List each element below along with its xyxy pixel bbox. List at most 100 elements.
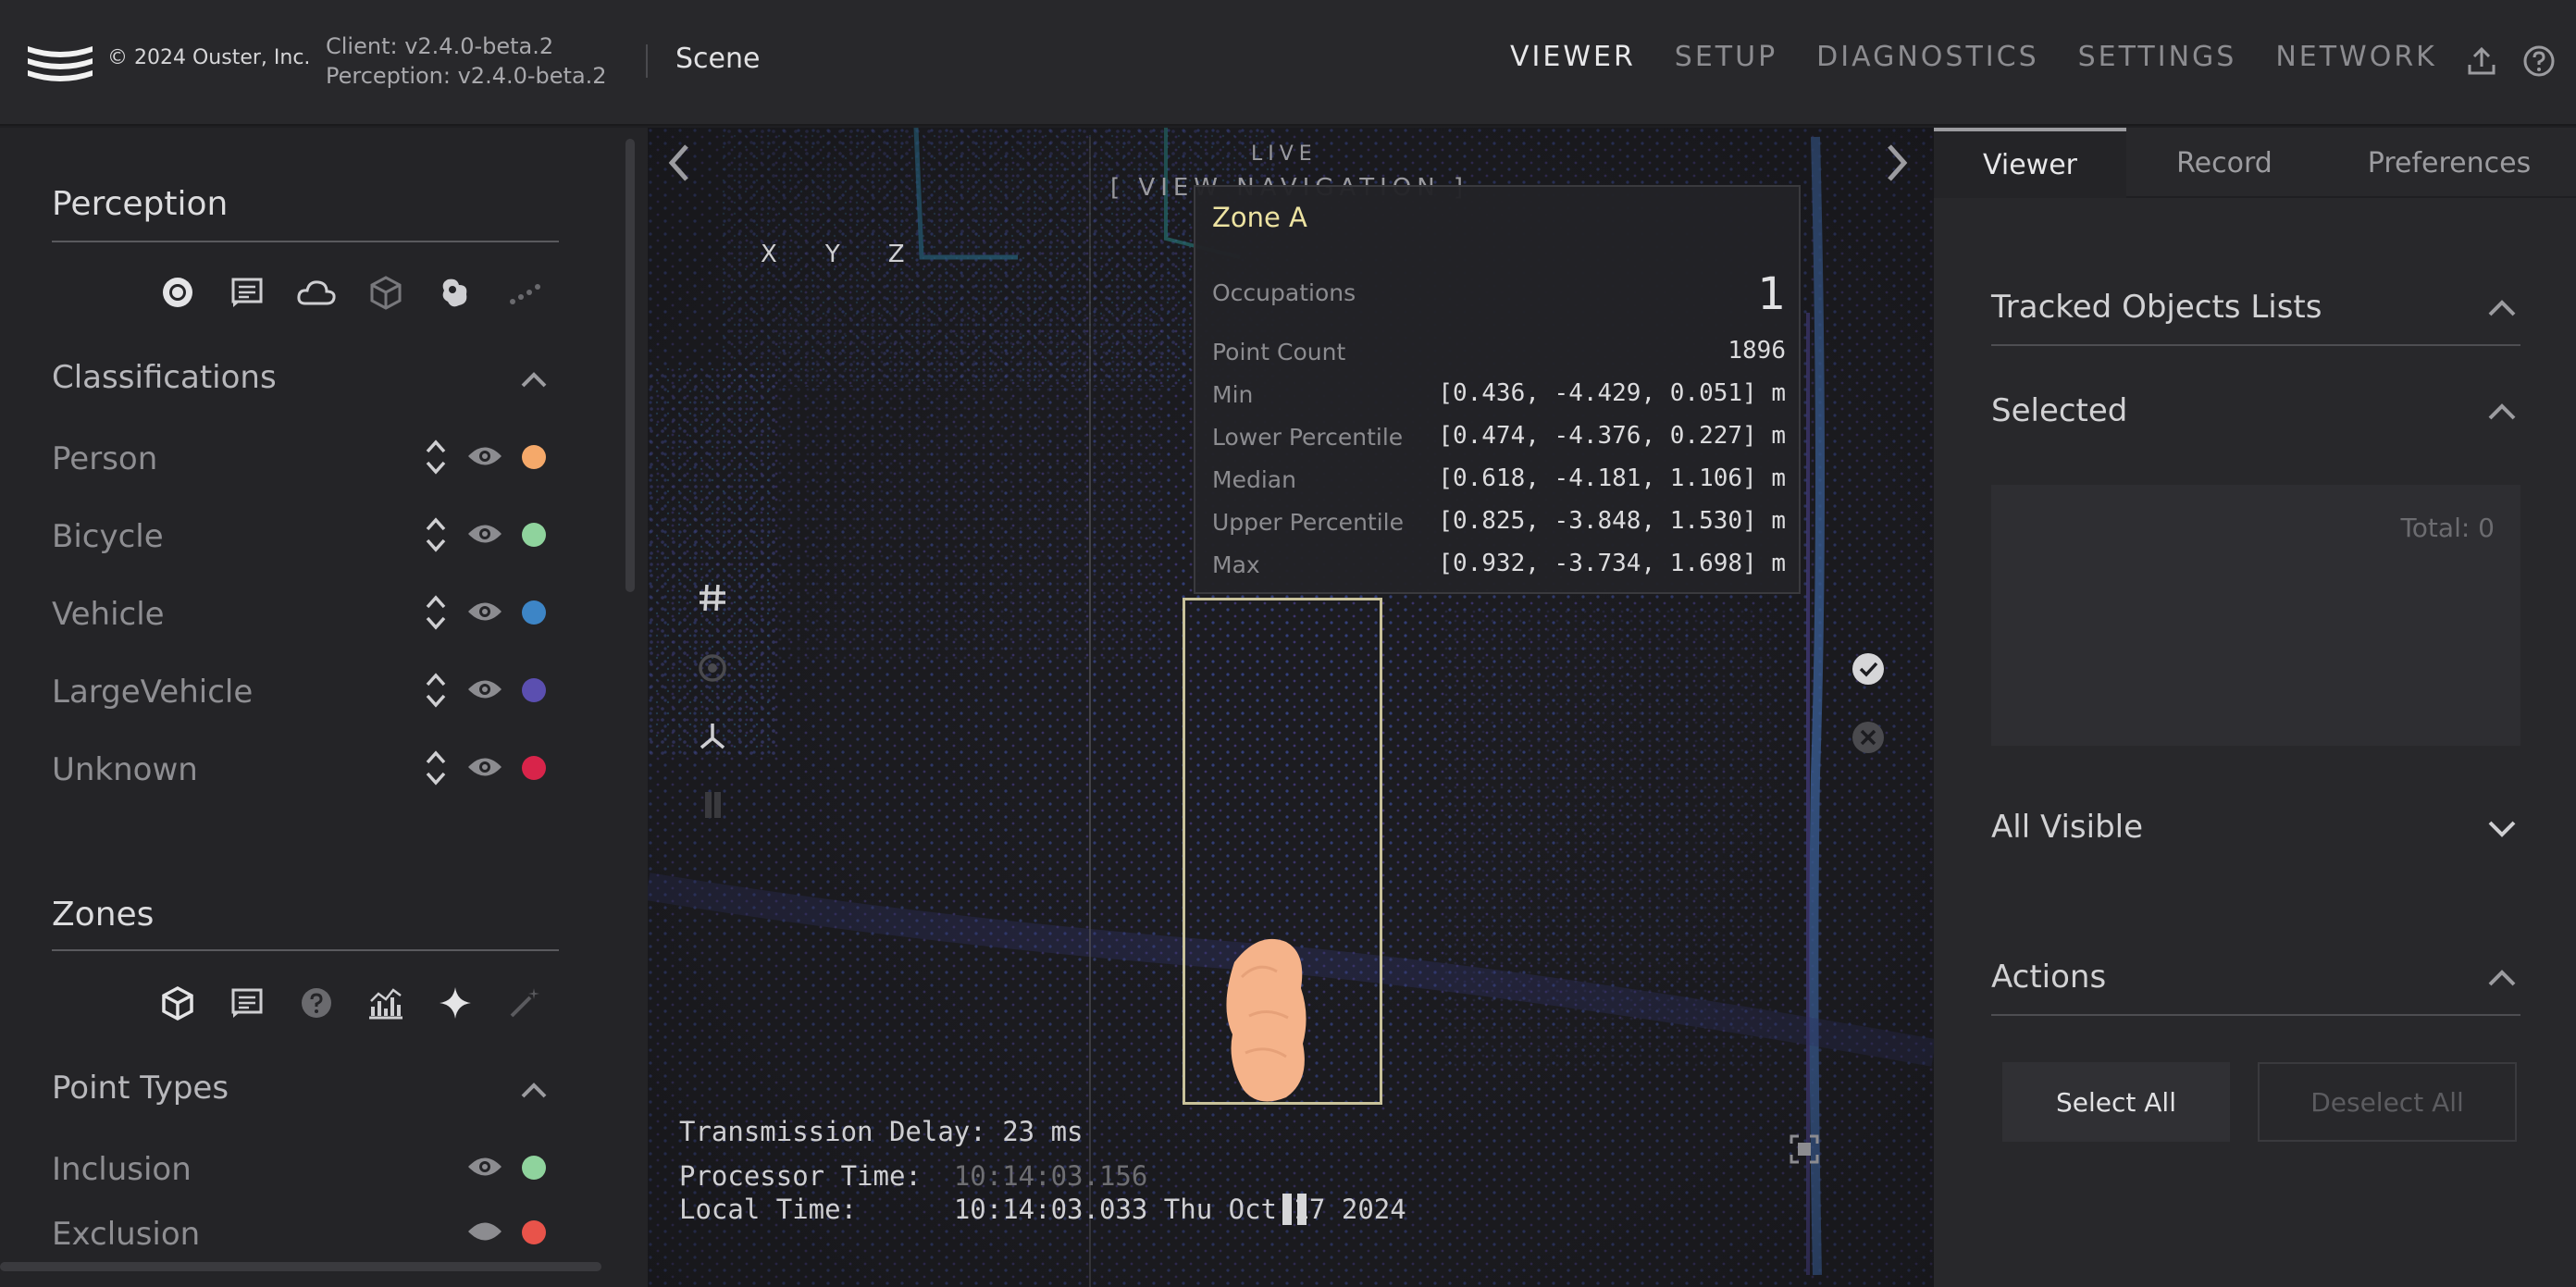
stat-label: Lower Percentile <box>1212 424 1404 451</box>
upload-icon[interactable] <box>2465 44 2498 78</box>
eye-icon[interactable] <box>466 753 503 781</box>
zones-title: Zones <box>52 896 155 934</box>
stat-label: Upper Percentile <box>1212 509 1404 536</box>
live-indicator: LIVE <box>1251 142 1318 166</box>
nav-viewer[interactable]: VIEWER <box>1510 41 1636 73</box>
target-icon[interactable] <box>694 650 731 687</box>
stat-row: Lower Percentile [0.474, -4.376, 0.227] … <box>1212 418 1786 455</box>
sort-icon[interactable] <box>422 435 450 479</box>
stat-value: [0.474, -4.376, 0.227] m <box>1438 422 1786 450</box>
stat-value: [0.825, -3.848, 1.530] m <box>1438 507 1786 535</box>
notes-icon[interactable] <box>227 983 267 1023</box>
nav-diagnostics[interactable]: DIAGNOSTICS <box>1816 41 2038 73</box>
grid-icon[interactable] <box>694 579 731 616</box>
color-swatch[interactable] <box>522 600 546 625</box>
cloud-icon[interactable] <box>296 272 337 313</box>
point-type-row-exclusion: Exclusion <box>52 1210 559 1255</box>
eye-icon[interactable] <box>466 675 503 703</box>
nav-setup[interactable]: SETUP <box>1675 41 1777 73</box>
cube-icon[interactable] <box>365 272 406 313</box>
stat-row: Upper Percentile [0.825, -3.848, 1.530] … <box>1212 503 1786 540</box>
wand-icon[interactable] <box>504 983 545 1023</box>
chevron-right-icon[interactable] <box>1884 141 1912 185</box>
point-cloud-viewer[interactable]: LIVE [ VIEW NAVIGATION ] X Y Z Zone A Oc… <box>648 128 1934 1287</box>
color-swatch[interactable] <box>522 445 546 469</box>
deselect-all-button[interactable]: Deselect All <box>2258 1062 2517 1142</box>
occupations-row: Occupations 1 <box>1212 268 1786 320</box>
select-all-button[interactable]: Select All <box>2002 1062 2230 1142</box>
eye-icon[interactable] <box>466 1153 503 1181</box>
eye-icon[interactable] <box>466 442 503 470</box>
axis-y-label[interactable]: Y <box>825 241 840 268</box>
all-visible-title: All Visible <box>1991 809 2144 846</box>
sort-icon[interactable] <box>422 746 450 790</box>
chart-icon[interactable] <box>365 983 406 1023</box>
right-tabs: Viewer Record Preferences <box>1934 128 2576 198</box>
sort-icon[interactable] <box>422 513 450 557</box>
point-type-label: Inclusion <box>52 1151 192 1188</box>
classification-label: LargeVehicle <box>52 674 254 711</box>
trail-icon[interactable] <box>504 272 545 313</box>
chevron-up-icon[interactable] <box>2487 402 2517 422</box>
chevron-up-icon[interactable] <box>520 1081 548 1099</box>
axis-labels: X Y Z <box>761 241 953 268</box>
axis-x-label[interactable]: X <box>761 241 777 268</box>
help-icon[interactable] <box>296 983 337 1023</box>
stat-row: Max [0.932, -3.734, 1.698] m <box>1212 546 1786 583</box>
notes-icon[interactable] <box>227 272 267 313</box>
scene-label[interactable]: Scene <box>675 43 760 75</box>
blob-icon[interactable] <box>435 272 476 313</box>
zone-a-box[interactable] <box>1183 598 1382 1105</box>
divider <box>1991 1014 2520 1016</box>
horizontal-scrollbar[interactable] <box>0 1262 601 1271</box>
layers-icon[interactable] <box>694 786 731 823</box>
tab-viewer[interactable]: Viewer <box>1934 128 2126 198</box>
chevron-left-icon[interactable] <box>664 141 692 185</box>
sphere-icon[interactable] <box>157 272 198 313</box>
occupations-label: Occupations <box>1212 279 1356 306</box>
main-nav: VIEWER SETUP DIAGNOSTICS SETTINGS NETWOR… <box>1510 41 2476 73</box>
color-swatch[interactable] <box>522 1156 546 1180</box>
divider <box>1991 344 2520 346</box>
tab-preferences[interactable]: Preferences <box>2322 128 2576 198</box>
chevron-up-icon[interactable] <box>2487 298 2517 318</box>
zone-tooltip: Zone A Occupations 1 Point Count 1896 Mi… <box>1194 185 1801 594</box>
chevron-up-icon[interactable] <box>520 370 548 389</box>
classification-label: Bicycle <box>52 518 164 555</box>
chevron-down-icon[interactable] <box>2487 818 2517 838</box>
vertical-scrollbar[interactable] <box>625 139 635 592</box>
nav-settings[interactable]: SETTINGS <box>2078 41 2237 73</box>
ouster-logo-icon[interactable] <box>26 41 94 81</box>
color-swatch[interactable] <box>522 1220 546 1244</box>
color-swatch[interactable] <box>522 756 546 780</box>
zone-icons <box>157 983 574 1023</box>
fullscreen-icon[interactable] <box>1788 1132 1821 1166</box>
classification-row-vehicle: Vehicle <box>52 590 559 635</box>
close-circle-icon[interactable] <box>1851 720 1886 755</box>
stat-value: [0.618, -4.181, 1.106] m <box>1438 464 1786 492</box>
axes-icon[interactable] <box>694 718 731 755</box>
eye-hidden-icon[interactable] <box>466 1218 503 1245</box>
pause-icon[interactable] <box>1275 1190 1314 1229</box>
eye-icon[interactable] <box>466 520 503 548</box>
color-swatch[interactable] <box>522 678 546 702</box>
classification-row-person: Person <box>52 435 559 479</box>
perception-version: Perception: v2.4.0-beta.2 <box>326 63 607 89</box>
check-circle-icon[interactable] <box>1851 651 1886 687</box>
sort-icon[interactable] <box>422 668 450 712</box>
chevron-up-icon[interactable] <box>2487 968 2517 988</box>
box-icon[interactable] <box>157 983 198 1023</box>
nav-network[interactable]: NETWORK <box>2275 41 2437 73</box>
stat-value: [0.932, -3.734, 1.698] m <box>1438 550 1786 577</box>
color-swatch[interactable] <box>522 523 546 547</box>
sparkle-icon[interactable] <box>435 983 476 1023</box>
tab-record[interactable]: Record <box>2126 128 2322 198</box>
sort-icon[interactable] <box>422 590 450 635</box>
axis-z-label[interactable]: Z <box>888 241 905 268</box>
help-icon[interactable] <box>2522 44 2556 78</box>
eye-icon[interactable] <box>466 598 503 625</box>
stat-row: Point Count 1896 <box>1212 333 1786 370</box>
stat-label: Min <box>1212 381 1254 408</box>
local-time-label: Local Time: <box>679 1194 858 1225</box>
processor-time: Processor Time: 10:14:03.156 <box>679 1160 1147 1192</box>
